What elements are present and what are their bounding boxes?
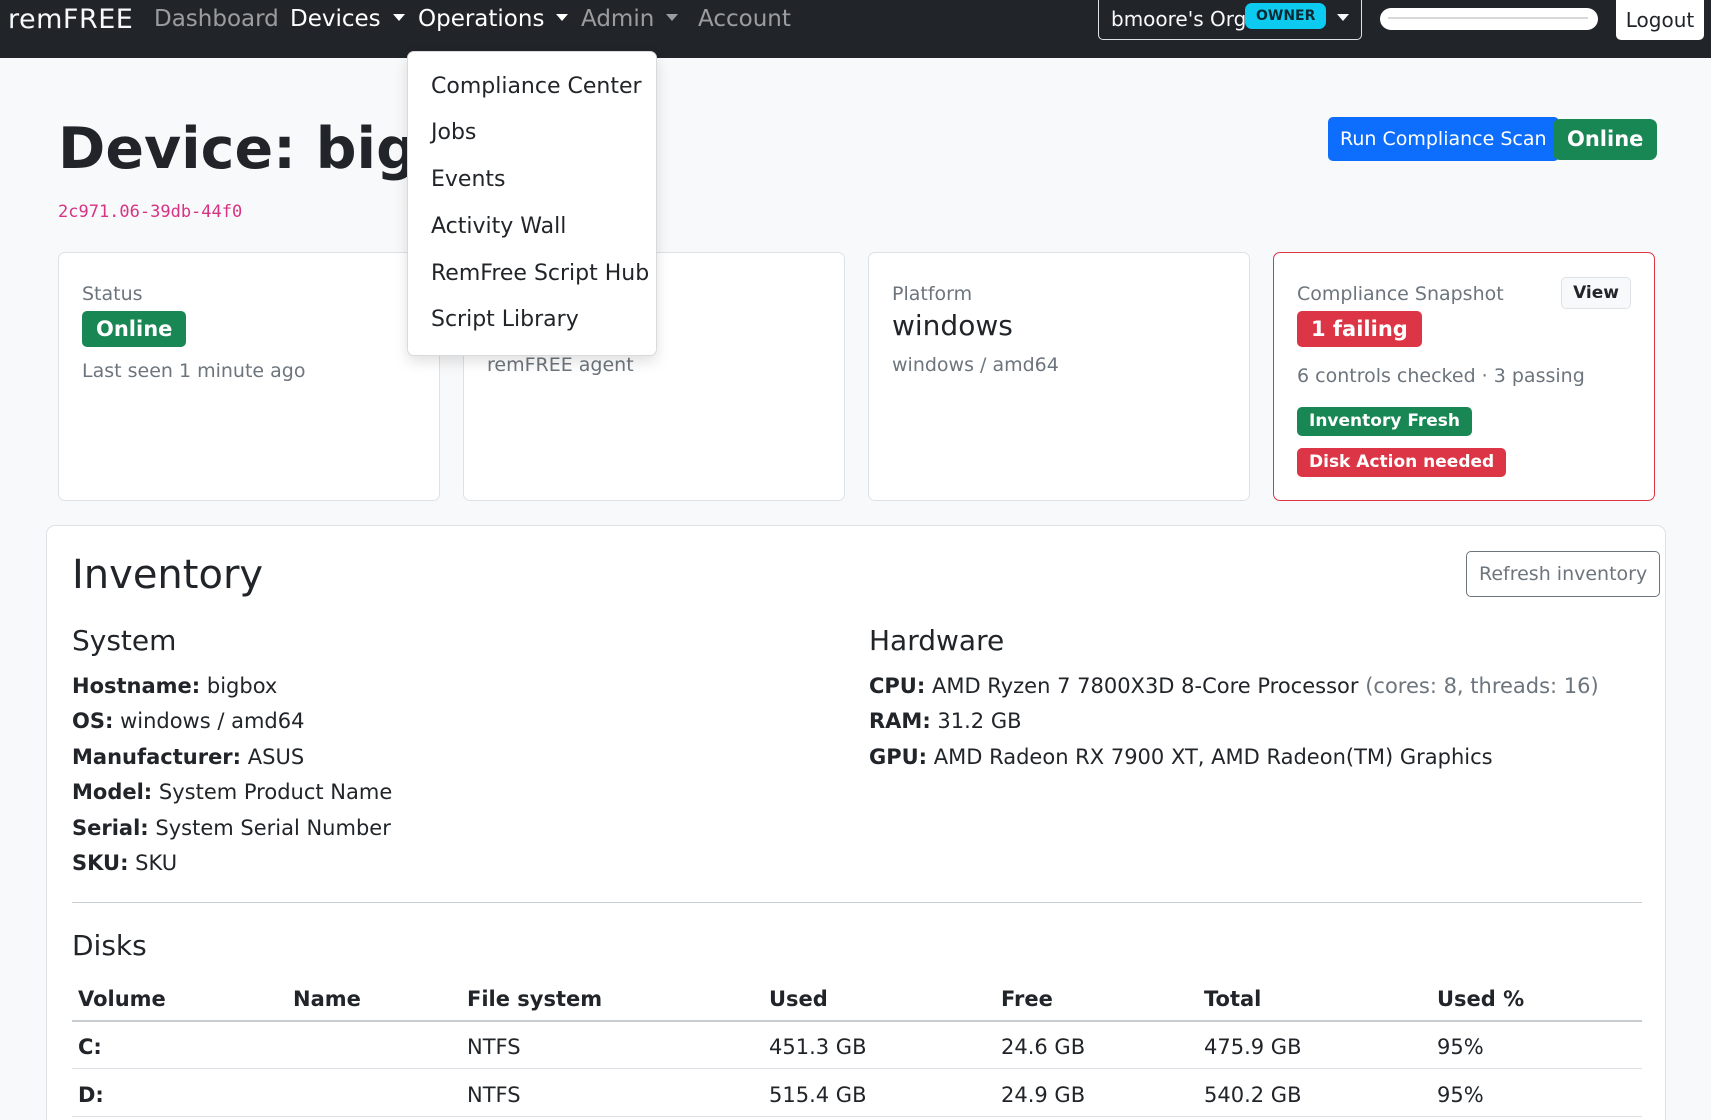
os-field: OS: windows / amd64	[72, 709, 305, 733]
owner-badge: OWNER	[1245, 3, 1327, 29]
sku-field: SKU: SKU	[72, 851, 178, 875]
col-volume[interactable]: Volume	[78, 987, 166, 1011]
col-free[interactable]: Free	[1001, 987, 1053, 1011]
nav-dashboard[interactable]: Dashboard	[154, 6, 279, 32]
last-seen-text: Last seen 1 minute ago	[82, 360, 306, 382]
menu-item-activity-wall[interactable]: Activity Wall	[431, 214, 566, 239]
cell-total: 475.9 GB	[1204, 1035, 1302, 1059]
inventory-title: Inventory	[72, 552, 264, 598]
operations-dropdown-menu: Compliance Center Jobs Events Activity W…	[407, 51, 657, 356]
platform-card: Platform windows windows / amd64	[868, 252, 1250, 501]
cell-volume: C:	[78, 1035, 102, 1059]
compliance-snapshot-card: Compliance Snapshot View 1 failing 6 con…	[1273, 252, 1655, 501]
nav-operations-label: Operations	[418, 6, 545, 32]
cpu-field: CPU: AMD Ryzen 7 7800X3D 8-Core Processo…	[869, 674, 1599, 698]
cell-free: 24.9 GB	[1001, 1083, 1086, 1107]
hardware-heading: Hardware	[869, 624, 1005, 657]
run-compliance-scan-button[interactable]: Run Compliance Scan	[1328, 117, 1559, 161]
hostname-field: Hostname: bigbox	[72, 674, 278, 698]
serial-field: Serial: System Serial Number	[72, 816, 391, 840]
menu-item-jobs[interactable]: Jobs	[431, 120, 476, 145]
platform-value: windows	[892, 309, 1013, 342]
cell-free: 24.6 GB	[1001, 1035, 1086, 1059]
view-compliance-button[interactable]: View	[1561, 277, 1631, 309]
compliance-card-label: Compliance Snapshot	[1297, 283, 1504, 305]
nav-dashboard-label: Dashboard	[154, 6, 279, 32]
nav-account-label: Account	[698, 6, 791, 32]
disk-action-tag: Disk Action needed	[1297, 448, 1507, 477]
platform-sub: windows / amd64	[892, 354, 1059, 376]
logout-button[interactable]: Logout	[1616, 0, 1704, 40]
org-name: bmoore's Org	[1111, 7, 1247, 31]
device-status-badge: Online	[1553, 119, 1658, 160]
menu-item-script-hub[interactable]: RemFree Script Hub	[431, 261, 649, 286]
cell-fs: NTFS	[467, 1035, 521, 1059]
menu-item-events[interactable]: Events	[431, 167, 506, 192]
org-selector[interactable]: bmoore's Org OWNER	[1098, 0, 1362, 40]
status-card: Status Online Last seen 1 minute ago	[58, 252, 440, 501]
chevron-down-icon	[1337, 14, 1349, 21]
failing-badge: 1 failing	[1297, 311, 1422, 347]
nav-operations[interactable]: Operations	[418, 6, 569, 32]
status-online-badge: Online	[82, 311, 187, 347]
nav-devices[interactable]: Devices	[290, 6, 405, 32]
cell-total: 540.2 GB	[1204, 1083, 1302, 1107]
cell-volume: D:	[78, 1083, 104, 1107]
row-divider	[72, 1116, 1642, 1117]
col-name[interactable]: Name	[293, 987, 361, 1011]
menu-item-compliance-center[interactable]: Compliance Center	[431, 74, 642, 99]
chevron-down-icon	[392, 14, 405, 21]
cell-fs: NTFS	[467, 1083, 521, 1107]
gpu-field: GPU: AMD Radeon RX 7900 XT, AMD Radeon(T…	[869, 745, 1493, 769]
nav-account[interactable]: Account	[698, 6, 791, 32]
user-email-redacted	[1380, 8, 1598, 30]
col-used-pct[interactable]: Used %	[1437, 987, 1524, 1011]
device-id-redaction	[262, 199, 412, 225]
disks-heading: Disks	[72, 929, 147, 962]
cell-used: 451.3 GB	[769, 1035, 867, 1059]
model-field: Model: System Product Name	[72, 780, 393, 804]
row-divider	[72, 1068, 1642, 1069]
manufacturer-field: Manufacturer: ASUS	[72, 745, 305, 769]
chevron-down-icon	[556, 14, 569, 21]
nav-admin[interactable]: Admin	[581, 6, 679, 32]
system-heading: System	[72, 624, 177, 657]
section-divider	[72, 902, 1642, 903]
agent-text: remFREE agent	[487, 354, 634, 376]
brand-logo[interactable]: remFREE	[8, 4, 133, 35]
menu-item-script-library[interactable]: Script Library	[431, 307, 579, 332]
ram-field: RAM: 31.2 GB	[869, 709, 1022, 733]
cell-used: 515.4 GB	[769, 1083, 867, 1107]
table-header-divider	[72, 1020, 1642, 1022]
controls-summary: 6 controls checked · 3 passing	[1297, 365, 1585, 387]
status-card-label: Status	[82, 283, 143, 305]
inventory-fresh-tag: Inventory Fresh	[1297, 407, 1472, 436]
platform-card-label: Platform	[892, 283, 973, 305]
inventory-card: Inventory Refresh inventory System Hostn…	[46, 525, 1666, 1120]
col-total[interactable]: Total	[1204, 987, 1261, 1011]
chevron-down-icon	[666, 14, 679, 21]
cell-used-pct: 95%	[1437, 1035, 1484, 1059]
top-navbar: remFREE Dashboard Devices Operations Adm…	[0, 0, 1711, 58]
refresh-inventory-button[interactable]: Refresh inventory	[1466, 551, 1661, 597]
col-file-system[interactable]: File system	[467, 987, 602, 1011]
nav-admin-label: Admin	[581, 6, 655, 32]
nav-devices-label: Devices	[290, 6, 381, 32]
cell-used-pct: 95%	[1437, 1083, 1484, 1107]
device-id: 2c971.06-39db-44f0	[58, 202, 243, 222]
col-used[interactable]: Used	[769, 987, 828, 1011]
